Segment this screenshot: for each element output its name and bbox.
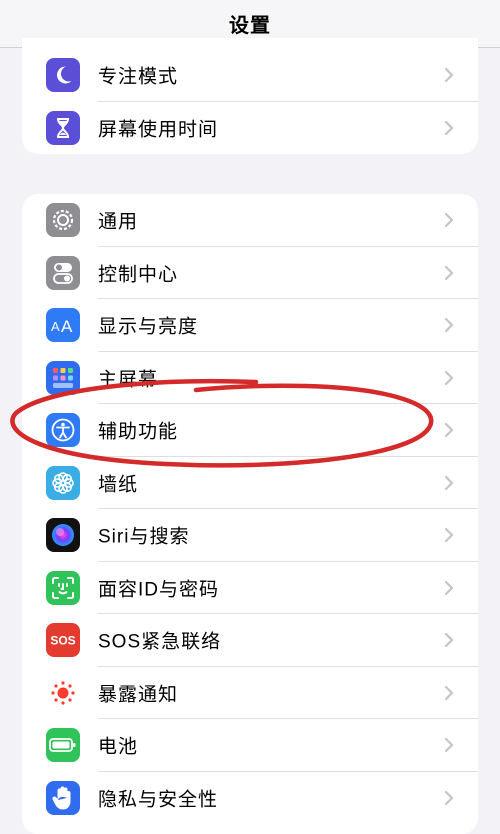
text-size-icon: AA xyxy=(46,308,80,343)
face-id-icon xyxy=(46,570,80,605)
chevron-right-icon xyxy=(444,423,454,438)
chevron-right-icon xyxy=(444,528,454,543)
chevron-right-icon xyxy=(444,318,454,333)
chevron-right-icon xyxy=(444,738,454,753)
row-battery[interactable]: 电池 xyxy=(22,719,478,772)
flower-icon xyxy=(46,465,80,500)
row-accessibility[interactable]: 辅助功能 xyxy=(22,404,478,457)
row-label: 通用 xyxy=(98,211,139,233)
hourglass-icon xyxy=(46,110,80,145)
chevron-right-icon xyxy=(444,475,454,490)
row-label: 主屏幕 xyxy=(98,369,159,391)
chevron-right-icon xyxy=(444,580,454,595)
row-label: 隐私与安全性 xyxy=(98,789,219,811)
chevron-right-icon xyxy=(444,120,454,135)
row-label: 暴露通知 xyxy=(98,684,179,706)
chevron-right-icon xyxy=(444,790,454,805)
hand-icon xyxy=(46,780,80,815)
row-label: 墙纸 xyxy=(98,474,139,496)
chevron-right-icon xyxy=(444,213,454,228)
row-wallpaper[interactable]: 墙纸 xyxy=(22,457,478,509)
svg-text:SOS: SOS xyxy=(50,634,75,648)
row-label: 电池 xyxy=(98,736,139,758)
sos-icon: SOS xyxy=(46,623,80,658)
row-privacy[interactable]: 隐私与安全性 xyxy=(22,772,478,825)
row-screen-time[interactable]: 屏幕使用时间 xyxy=(22,102,478,155)
row-label: 面容ID与密码 xyxy=(98,579,220,601)
row-label: 屏幕使用时间 xyxy=(98,119,219,141)
chevron-right-icon xyxy=(444,685,454,700)
siri-icon xyxy=(46,518,80,553)
row-label: 控制中心 xyxy=(98,264,179,286)
battery-icon xyxy=(46,728,80,763)
exposure-icon xyxy=(46,675,80,710)
row-label: SOS紧急联络 xyxy=(98,631,222,653)
accessibility-icon xyxy=(46,413,80,448)
row-label: 专注模式 xyxy=(98,66,179,88)
row-control-center[interactable]: 控制中心 xyxy=(22,247,478,299)
chevron-right-icon xyxy=(444,370,454,385)
row-home-screen[interactable]: 主屏幕 xyxy=(22,352,478,404)
row-focus[interactable]: 专注模式 xyxy=(22,49,478,102)
moon-icon xyxy=(46,58,80,93)
chevron-right-icon xyxy=(444,265,454,280)
toggles-icon xyxy=(46,255,80,290)
row-label: 辅助功能 xyxy=(98,421,179,443)
row-face-id[interactable]: 面容ID与密码 xyxy=(22,562,478,614)
chevron-right-icon xyxy=(444,68,454,83)
settings-group-focus: 专注模式 屏幕使用时间 xyxy=(22,38,478,154)
row-emergency-sos[interactable]: SOS SOS紧急联络 xyxy=(22,614,478,667)
svg-text:A: A xyxy=(61,317,73,334)
settings-group-general: 通用 控制中心 AA 显示与亮度 主屏幕 辅助功能 墙纸 Siri与搜索 面容I… xyxy=(22,194,478,834)
row-label: 显示与亮度 xyxy=(98,316,199,338)
svg-text:A: A xyxy=(51,319,60,334)
page-title: 设置 xyxy=(229,15,271,37)
row-display[interactable]: AA 显示与亮度 xyxy=(22,299,478,352)
row-label: Siri与搜索 xyxy=(98,526,190,548)
row-general[interactable]: 通用 xyxy=(22,194,478,247)
chevron-right-icon xyxy=(444,633,454,648)
row-exposure-notifications[interactable]: 暴露通知 xyxy=(22,667,478,719)
row-siri[interactable]: Siri与搜索 xyxy=(22,509,478,562)
gear-icon xyxy=(46,203,80,238)
home-screen-grid-icon xyxy=(46,360,80,395)
